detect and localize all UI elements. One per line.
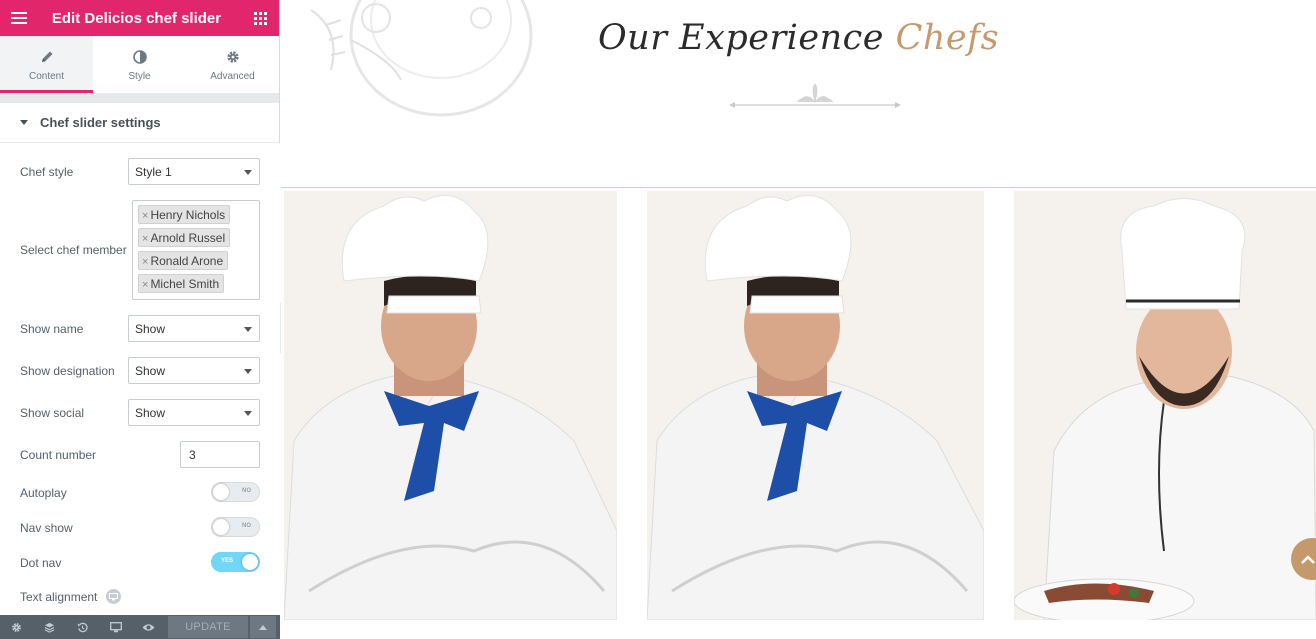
remove-icon[interactable]: ×	[142, 210, 148, 222]
caret-down-icon	[20, 120, 28, 125]
chevron-down-icon	[244, 327, 252, 332]
switch-state: NO	[242, 523, 251, 529]
section-heading: Our Experience Chefs	[281, 18, 1316, 58]
widgets-grid-icon[interactable]	[241, 0, 279, 36]
chevron-down-icon	[244, 369, 252, 374]
chef-style-value: Style 1	[135, 164, 172, 179]
chef-tag-label: Michel Smith	[150, 277, 220, 291]
chef-style-label: Chef style	[20, 165, 74, 179]
control-autoplay: Autoplay NO	[0, 482, 280, 503]
dot-nav-switch[interactable]: YES	[211, 552, 260, 572]
panel-title: Edit Delicios chef slider	[51, 9, 222, 27]
show-designation-value: Show	[135, 363, 166, 378]
switch-state: YES	[221, 558, 234, 564]
section-title: Chef slider settings	[40, 115, 161, 130]
show-designation-select[interactable]: Show	[128, 357, 260, 384]
count-number-input[interactable]: 3	[180, 441, 260, 468]
autoplay-switch[interactable]: NO	[211, 482, 260, 502]
section-divider-line	[281, 187, 1316, 188]
select-chef-label: Select chef member	[20, 243, 127, 257]
show-designation-label: Show designation	[20, 364, 115, 378]
hamburger-menu-icon[interactable]	[0, 0, 38, 36]
chef-tag[interactable]: × Michel Smith	[138, 274, 225, 293]
save-options-button[interactable]	[250, 616, 276, 638]
layers-icon[interactable]	[33, 615, 66, 639]
update-button[interactable]: UPDATE	[168, 616, 248, 638]
remove-icon[interactable]: ×	[142, 279, 148, 291]
tabs-gap	[0, 93, 279, 103]
panel-footer: UPDATE	[0, 615, 280, 639]
tab-content[interactable]: Content	[0, 36, 93, 93]
control-nav-show: Nav show NO	[0, 517, 280, 538]
text-alignment-label: Text alignment	[20, 589, 98, 604]
editor-app: Edit Delicios chef slider Content Style …	[0, 0, 1316, 639]
autoplay-label: Autoplay	[20, 485, 67, 500]
panel-tabs: Content Style Advanced	[0, 36, 279, 93]
tab-content-label: Content	[28, 70, 65, 82]
tab-advanced[interactable]: Advanced	[186, 36, 279, 93]
chef-card[interactable]	[647, 191, 984, 620]
control-count-number: Count number 3	[0, 441, 280, 468]
chevron-down-icon	[244, 170, 252, 175]
control-dot-nav: Dot nav YES	[0, 552, 280, 573]
editor-panel: Edit Delicios chef slider Content Style …	[0, 0, 280, 639]
eye-icon[interactable]	[132, 615, 165, 639]
chef-card[interactable]	[1014, 191, 1316, 620]
switch-knob	[213, 519, 229, 535]
section-toggle[interactable]: Chef slider settings	[0, 103, 279, 143]
show-social-value: Show	[135, 405, 166, 420]
controls-area: Chef style Style 1 Select chef member × H…	[0, 143, 280, 615]
switch-knob	[213, 484, 229, 500]
ornament-divider-icon	[729, 83, 901, 108]
page-preview: Our Experience Chefs	[281, 0, 1316, 639]
show-social-label: Show social	[20, 406, 85, 420]
show-name-value: Show	[135, 321, 166, 336]
pencil-icon	[40, 48, 54, 66]
chef-tag[interactable]: × Arnold Russel	[138, 228, 231, 247]
chef-photo	[1014, 191, 1316, 620]
contrast-icon	[132, 48, 147, 66]
responsive-icon[interactable]	[99, 615, 132, 639]
section-heading-accent: Chefs	[895, 18, 1000, 58]
control-show-social: Show social Show	[0, 399, 280, 427]
remove-icon[interactable]: ×	[142, 233, 148, 245]
chef-tag-label: Ronald Arone	[150, 254, 224, 268]
chef-photo	[647, 191, 984, 620]
tab-style[interactable]: Style	[93, 36, 186, 93]
chevron-up-icon	[1301, 554, 1315, 564]
section-heading-main: Our Experience	[597, 18, 896, 58]
dot-nav-label: Dot nav	[20, 555, 62, 570]
switch-state: NO	[242, 488, 251, 494]
control-show-designation: Show designation Show	[0, 357, 280, 385]
tab-advanced-label: Advanced	[210, 70, 255, 82]
gear-icon[interactable]	[0, 615, 33, 639]
desktop-icon[interactable]	[106, 589, 121, 604]
remove-icon[interactable]: ×	[142, 256, 148, 268]
chef-card[interactable]	[284, 191, 617, 620]
chevron-down-icon	[244, 411, 252, 416]
chef-tag[interactable]: × Ronald Arone	[138, 251, 229, 270]
tab-style-label: Style	[128, 70, 151, 82]
control-text-alignment: Text alignment	[0, 588, 280, 605]
control-select-chef: Select chef member × Henry Nichols × Arnol…	[0, 200, 280, 300]
control-chef-style: Chef style Style 1	[0, 158, 280, 186]
chevron-up-icon	[259, 624, 267, 630]
panel-header: Edit Delicios chef slider	[0, 0, 279, 36]
count-number-label: Count number	[20, 447, 97, 462]
nav-show-label: Nav show	[20, 520, 73, 535]
show-name-label: Show name	[20, 322, 84, 336]
show-name-select[interactable]: Show	[128, 315, 260, 342]
control-show-name: Show name Show	[0, 315, 280, 343]
history-icon[interactable]	[66, 615, 99, 639]
chef-style-select[interactable]: Style 1	[128, 158, 260, 185]
chef-multiselect[interactable]: × Henry Nichols × Arnold Russel × Ronald Ar…	[132, 200, 260, 300]
chef-tag-label: Henry Nichols	[150, 208, 226, 222]
chef-tag-label: Arnold Russel	[150, 231, 226, 245]
gear-icon	[226, 48, 240, 66]
nav-show-switch[interactable]: NO	[211, 517, 260, 537]
show-social-select[interactable]: Show	[128, 399, 260, 426]
switch-knob	[242, 554, 258, 570]
chef-photo	[284, 191, 617, 620]
chef-tag[interactable]: × Henry Nichols	[138, 205, 231, 224]
